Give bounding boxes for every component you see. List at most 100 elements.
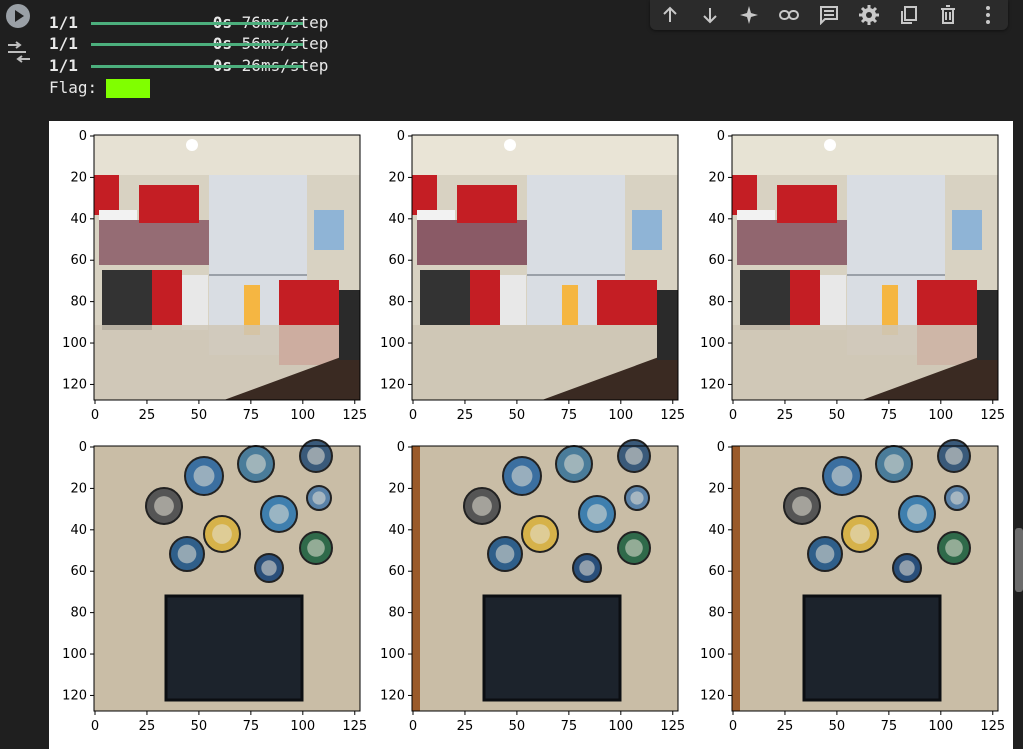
water-cooler — [314, 210, 344, 250]
y-tick-label: 60 — [70, 253, 87, 268]
plate-center — [579, 560, 595, 576]
cell-toolbar — [650, 0, 1008, 30]
progress-bar — [91, 22, 303, 25]
washing-machine — [820, 275, 846, 330]
x-tick-label: 0 — [409, 719, 417, 734]
y-tick-label: 120 — [700, 688, 725, 703]
plate-center — [884, 454, 904, 474]
plate-center — [945, 539, 963, 557]
plate-center — [261, 560, 277, 576]
x-tick-label: 125 — [980, 408, 1005, 423]
x-tick-label: 0 — [729, 719, 737, 734]
oven — [420, 270, 470, 330]
flag-label: Flag: — [49, 78, 98, 97]
plate-center — [312, 491, 326, 505]
lower-cabinet — [152, 270, 182, 325]
image-panel: 0 20 40 60 80 100 120 0 25 50 75 100 125 — [700, 129, 1005, 423]
x-tick-label: 25 — [457, 719, 474, 734]
y-tick-label: 80 — [708, 606, 725, 621]
arrow-down-icon[interactable] — [690, 0, 730, 30]
run-cell-button[interactable] — [6, 4, 30, 28]
mirror-cell-icon[interactable] — [889, 0, 929, 30]
image-panel: 0 20 40 60 80 100 120 0 25 50 75 100 125 — [62, 439, 367, 734]
plate-center — [511, 465, 533, 487]
comment-icon[interactable] — [809, 0, 849, 30]
plate-center — [945, 447, 963, 465]
y-tick-label: 60 — [708, 253, 725, 268]
y-tick-label: 40 — [70, 523, 87, 538]
y-tick-label: 0 — [79, 129, 87, 144]
progress-count: 1/1 — [49, 34, 78, 53]
y-tick-label: 20 — [388, 170, 405, 185]
y-tick-label: 100 — [700, 647, 725, 662]
door-frame — [977, 290, 998, 360]
scrollbar-thumb[interactable] — [1015, 528, 1023, 592]
upper-cabinet — [457, 185, 517, 223]
y-tick-label: 20 — [70, 170, 87, 185]
y-tick-label: 100 — [62, 336, 87, 351]
sparkle-icon[interactable] — [730, 0, 770, 30]
x-tick-label: 100 — [928, 719, 953, 734]
image-panel: 0 20 40 60 80 100 120 0 25 50 75 100 125 — [380, 439, 685, 734]
x-tick-label: 0 — [91, 408, 99, 423]
ceiling-light — [824, 139, 836, 151]
y-tick-label: 120 — [380, 377, 405, 392]
output-actions-icon[interactable] — [6, 40, 32, 64]
plate-center — [899, 560, 915, 576]
upper-cabinet-left — [732, 175, 757, 215]
x-tick-label: 0 — [409, 408, 417, 423]
lower-cabinet — [790, 270, 820, 325]
delete-trash-icon[interactable] — [928, 0, 968, 30]
x-tick-label: 25 — [777, 408, 794, 423]
link-icon[interactable] — [769, 0, 809, 30]
x-tick-label: 50 — [509, 408, 526, 423]
more-vert-icon[interactable] — [968, 0, 1008, 30]
plate-center — [792, 496, 812, 516]
x-tick-label: 0 — [91, 719, 99, 734]
x-tick-label: 50 — [509, 719, 526, 734]
y-tick-label: 80 — [70, 295, 87, 310]
x-tick-label: 25 — [457, 408, 474, 423]
y-tick-label: 60 — [388, 253, 405, 268]
y-tick-label: 120 — [380, 688, 405, 703]
range-hood — [417, 210, 455, 220]
settings-gear-icon[interactable] — [849, 0, 889, 30]
progress-count: 1/1 — [49, 13, 78, 32]
x-tick-label: 75 — [243, 719, 260, 734]
y-tick-label: 20 — [70, 481, 87, 496]
tv-screen — [166, 596, 302, 700]
plate-center — [193, 465, 215, 487]
door-edge — [732, 446, 740, 711]
ceiling — [412, 135, 678, 175]
x-tick-label: 25 — [139, 719, 156, 734]
x-tick-label: 100 — [608, 408, 633, 423]
upper-cabinet — [777, 185, 837, 223]
arrow-up-icon[interactable] — [650, 0, 690, 30]
ceiling-light — [186, 139, 198, 151]
ceiling — [732, 135, 998, 175]
y-tick-label: 20 — [708, 481, 725, 496]
x-tick-label: 50 — [829, 408, 846, 423]
washing-machine — [182, 275, 208, 330]
x-tick-label: 125 — [980, 719, 1005, 734]
range-hood — [737, 210, 775, 220]
plate-center — [472, 496, 492, 516]
x-tick-label: 100 — [290, 408, 315, 423]
image-panel: 0 20 40 60 80 100 120 0 25 50 75 100 125 — [700, 439, 1005, 734]
x-tick-label: 50 — [829, 719, 846, 734]
tv-screen — [484, 596, 620, 700]
image-panel: 0 20 40 60 80 100 120 0 25 50 75 100 125 — [380, 129, 685, 423]
x-tick-label: 75 — [881, 719, 898, 734]
progress-count: 1/1 — [49, 56, 78, 75]
plate-center — [625, 447, 643, 465]
y-tick-label: 0 — [717, 129, 725, 144]
y-tick-label: 80 — [70, 606, 87, 621]
y-tick-label: 0 — [397, 440, 405, 455]
plate-center — [625, 539, 643, 557]
tv-screen — [804, 596, 940, 700]
plate-center — [564, 454, 584, 474]
ceiling — [94, 135, 360, 175]
x-tick-label: 125 — [342, 719, 367, 734]
upper-cabinet-left — [412, 175, 437, 215]
x-tick-label: 50 — [191, 408, 208, 423]
